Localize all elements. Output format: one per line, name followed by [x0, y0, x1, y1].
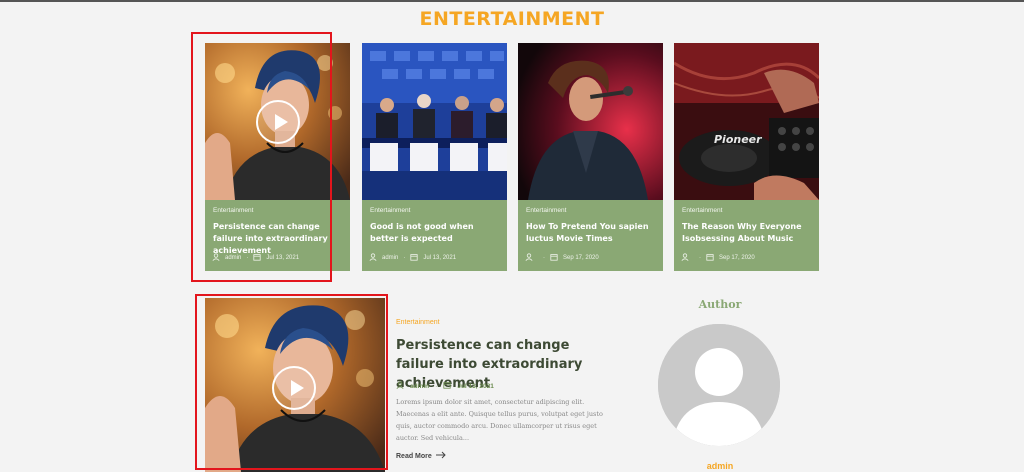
card-info: Entertainment The Reason Why Everyone Is… [674, 200, 819, 271]
featured-category[interactable]: Entertainment [396, 319, 440, 326]
card-image[interactable] [362, 43, 507, 200]
card-date: Sep 17, 2020 [719, 255, 755, 261]
read-more-label[interactable]: Read More [396, 453, 432, 460]
avatar[interactable] [658, 324, 780, 446]
card-title[interactable]: How To Pretend You sapien luctus Movie T… [526, 221, 655, 246]
read-more-link[interactable]: Read More [396, 451, 446, 461]
card-image[interactable] [518, 43, 663, 200]
user-icon [681, 253, 689, 263]
arrow-right-icon [435, 451, 446, 461]
author-widget-title: Author [698, 298, 742, 311]
user-icon [396, 381, 404, 391]
calendar-icon [706, 253, 714, 263]
post-card[interactable]: Entertainment Good is not good when bett… [362, 43, 507, 271]
card-category[interactable]: Entertainment [526, 207, 655, 214]
brand-logo: Pioneer [714, 133, 762, 146]
post-card[interactable]: Entertainment How To Pretend You sapien … [518, 43, 663, 271]
highlight-box [191, 32, 332, 282]
card-author[interactable]: admin [382, 255, 398, 261]
user-icon [525, 253, 533, 263]
featured-date: Jul 13, 2021 [457, 382, 494, 390]
author-name[interactable]: admin [650, 461, 790, 471]
featured-meta: admin · Jul 13, 2021 [396, 381, 494, 391]
calendar-icon [550, 253, 558, 263]
meta-separator: · [543, 255, 545, 261]
card-category[interactable]: Entertainment [682, 207, 811, 214]
calendar-icon [443, 381, 451, 391]
card-meta: · Sep 17, 2020 [681, 253, 755, 263]
calendar-icon [410, 253, 418, 263]
meta-separator: · [699, 255, 701, 261]
card-meta: admin · Jul 13, 2021 [369, 253, 456, 263]
card-info: Entertainment Good is not good when bett… [362, 200, 507, 271]
featured-author[interactable]: admin [410, 383, 429, 390]
card-title[interactable]: Good is not good when better is expected [370, 221, 499, 246]
card-meta: · Sep 17, 2020 [525, 253, 599, 263]
card-date: Sep 17, 2020 [563, 255, 599, 261]
user-icon [369, 253, 377, 263]
card-title[interactable]: The Reason Why Everyone Isobsessing Abou… [682, 221, 811, 246]
card-image[interactable]: Pioneer [674, 43, 819, 200]
highlight-box [195, 294, 388, 470]
meta-separator: · [403, 255, 406, 261]
card-category[interactable]: Entertainment [370, 207, 499, 214]
top-border [0, 0, 1024, 2]
featured-excerpt: Lorems ipsum dolor sit amet, consectetur… [396, 398, 603, 442]
section-title: ENTERTAINMENT [419, 8, 605, 30]
meta-separator: · [435, 382, 438, 390]
post-card[interactable]: Pioneer Entertainment The Reason Why Eve… [674, 43, 819, 271]
card-info: Entertainment How To Pretend You sapien … [518, 200, 663, 271]
card-date: Jul 13, 2021 [423, 255, 457, 261]
